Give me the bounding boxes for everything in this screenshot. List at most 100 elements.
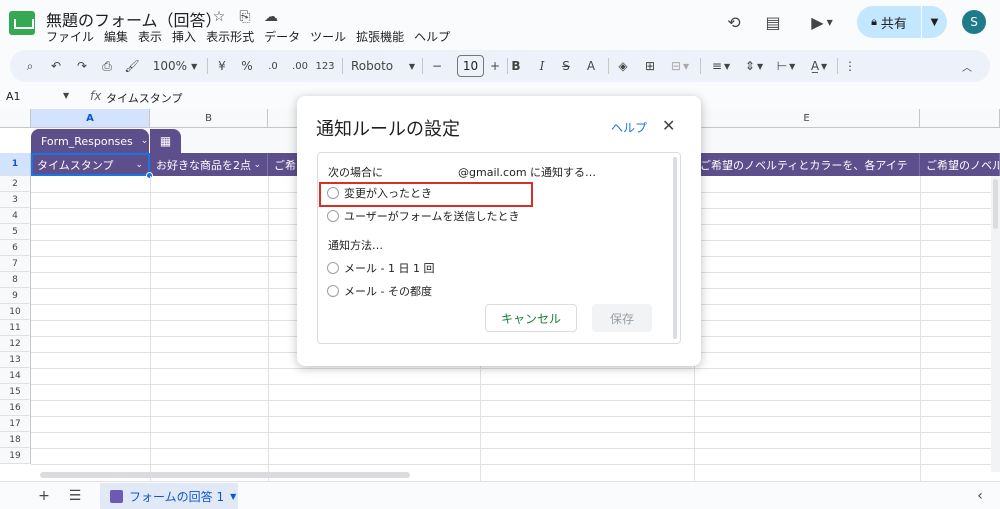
row-header[interactable]: 5	[0, 224, 31, 240]
row-header[interactable]: 2	[0, 176, 31, 192]
paint-format-icon[interactable]: 🖌︎	[124, 57, 140, 75]
row-header[interactable]: 18	[0, 432, 31, 448]
row-header[interactable]: 4	[0, 208, 31, 224]
row-header[interactable]: 7	[0, 256, 31, 272]
method-immediate[interactable]: メール - その都度	[327, 283, 432, 299]
share-button[interactable]: 🔒︎ 共有 ▼	[857, 6, 947, 38]
menu-format[interactable]: 表示形式	[206, 28, 254, 45]
bold-button[interactable]: B	[510, 57, 522, 75]
currency-format-button[interactable]: ¥	[215, 57, 229, 75]
header-cell-products[interactable]: お好きな商品を2点 ⌄	[150, 153, 268, 176]
row-header[interactable]: 16	[0, 400, 31, 416]
header-cell-novelty[interactable]: ご希望のノベルティとカラーを、各アイテ	[694, 153, 920, 176]
row-header[interactable]: 11	[0, 320, 31, 336]
menu-file[interactable]: ファイル	[46, 28, 94, 45]
panel-scrollbar[interactable]	[673, 157, 677, 339]
share-main-button[interactable]: 🔒︎ 共有	[857, 6, 921, 38]
decrease-font-size-button[interactable]: −	[430, 57, 444, 75]
row-header[interactable]: 10	[0, 304, 31, 320]
menu-insert[interactable]: 挿入	[172, 28, 196, 45]
strikethrough-button[interactable]: S	[560, 57, 572, 75]
column-header-e[interactable]: E	[694, 109, 920, 128]
side-panel-toggle-icon[interactable]: ‹	[972, 488, 988, 504]
vertical-align-icon[interactable]: ⇕ ▼	[740, 57, 768, 75]
radio-button[interactable]	[327, 262, 339, 274]
row-header[interactable]: 14	[0, 368, 31, 384]
vertical-scrollbar[interactable]	[993, 179, 998, 229]
add-sheet-button[interactable]: +	[36, 488, 52, 504]
menu-view[interactable]: 表示	[138, 28, 162, 45]
column-header-b[interactable]: B	[150, 109, 268, 128]
formula-input[interactable]: タイムスタンプ	[106, 90, 182, 106]
text-rotation-icon[interactable]: A̲ ▼	[805, 57, 833, 75]
row-header[interactable]: 9	[0, 288, 31, 304]
row-header[interactable]: 3	[0, 192, 31, 208]
row-header[interactable]: 8	[0, 272, 31, 288]
cloud-status-icon[interactable]: ☁	[262, 8, 280, 26]
more-options-icon[interactable]: ⋮	[844, 57, 856, 75]
sheets-logo-icon[interactable]	[9, 11, 35, 35]
chevron-down-icon[interactable]: ▼	[230, 492, 236, 501]
row-header[interactable]: 1	[0, 153, 31, 176]
decrease-decimal-button[interactable]: .0	[264, 57, 282, 75]
print-icon[interactable]: ⎙	[98, 57, 116, 75]
row-header[interactable]: 13	[0, 352, 31, 368]
menu-help[interactable]: ヘルプ	[414, 28, 450, 45]
text-color-button[interactable]: A	[585, 57, 597, 75]
table-name-tab[interactable]: Form_Responses ⌄	[31, 129, 149, 153]
font-select[interactable]: Roboto ▼	[351, 57, 415, 75]
meet-icon[interactable]: ▶ ▼	[806, 12, 838, 32]
row-header[interactable]: 15	[0, 384, 31, 400]
percent-format-button[interactable]: %	[240, 57, 254, 75]
horizontal-scrollbar[interactable]	[40, 472, 410, 478]
increase-font-size-button[interactable]: +	[488, 57, 502, 75]
history-icon[interactable]: ⟲	[724, 12, 744, 32]
collapse-toolbar-icon[interactable]: ︿	[960, 57, 974, 75]
name-box[interactable]: A1	[6, 90, 21, 103]
row-header[interactable]: 17	[0, 416, 31, 432]
borders-icon[interactable]: ⊞	[642, 57, 658, 75]
zoom-select[interactable]: 100% ▼	[150, 57, 200, 75]
text-wrap-icon[interactable]: ⊢ ▼	[772, 57, 800, 75]
search-icon[interactable]: ⌕	[22, 57, 38, 75]
header-cell-novelty-2[interactable]: ご希望のノベル	[920, 153, 1000, 176]
font-size-input[interactable]: 10	[457, 55, 484, 77]
close-icon[interactable]: ✕	[662, 116, 675, 135]
menu-edit[interactable]: 編集	[104, 28, 128, 45]
star-icon[interactable]: ☆	[210, 8, 228, 26]
radio-button[interactable]	[327, 285, 339, 297]
chevron-down-icon[interactable]: ▼	[63, 91, 69, 100]
increase-decimal-button[interactable]: .00	[290, 57, 310, 75]
help-link[interactable]: ヘルプ	[611, 119, 647, 136]
row-header[interactable]: 12	[0, 336, 31, 352]
all-sheets-icon[interactable]: ☰	[67, 488, 83, 504]
horizontal-align-icon[interactable]: ≡ ▼	[707, 57, 735, 75]
share-dropdown-icon[interactable]: ▼	[922, 17, 947, 28]
cancel-button[interactable]: キャンセル	[485, 304, 577, 332]
merge-cells-icon[interactable]: ⊟ ▼	[666, 57, 694, 75]
table-settings-icon[interactable]: ▦	[150, 129, 181, 153]
selected-cell[interactable]	[31, 153, 150, 176]
number-format-button[interactable]: 123	[315, 57, 334, 75]
comment-icon[interactable]: ▤	[763, 12, 783, 32]
menu-tools[interactable]: ツール	[310, 28, 346, 45]
sheet-tab[interactable]: フォームの回答 1 ▼	[100, 483, 238, 509]
menu-data[interactable]: データ	[264, 28, 300, 45]
method-daily[interactable]: メール - 1 日 1 回	[327, 260, 434, 276]
radio-button[interactable]	[327, 210, 339, 222]
avatar[interactable]: S	[962, 10, 986, 34]
chevron-down-icon[interactable]: ⌄	[253, 160, 261, 170]
redo-icon[interactable]: ↷	[74, 57, 90, 75]
fill-color-icon[interactable]: ◈	[614, 57, 632, 75]
column-header-f[interactable]	[920, 109, 1000, 128]
option-form-submitted[interactable]: ユーザーがフォームを送信したとき	[327, 208, 519, 224]
menu-extensions[interactable]: 拡張機能	[356, 28, 404, 45]
italic-button[interactable]: I	[536, 57, 548, 75]
row-header[interactable]: 19	[0, 448, 31, 464]
undo-icon[interactable]: ↶	[48, 57, 64, 75]
save-button[interactable]: 保存	[592, 304, 652, 332]
row-header[interactable]: 6	[0, 240, 31, 256]
move-folder-icon[interactable]: ⎘	[236, 8, 254, 26]
select-all-corner[interactable]	[0, 109, 31, 128]
column-header-a[interactable]: A	[31, 109, 150, 128]
